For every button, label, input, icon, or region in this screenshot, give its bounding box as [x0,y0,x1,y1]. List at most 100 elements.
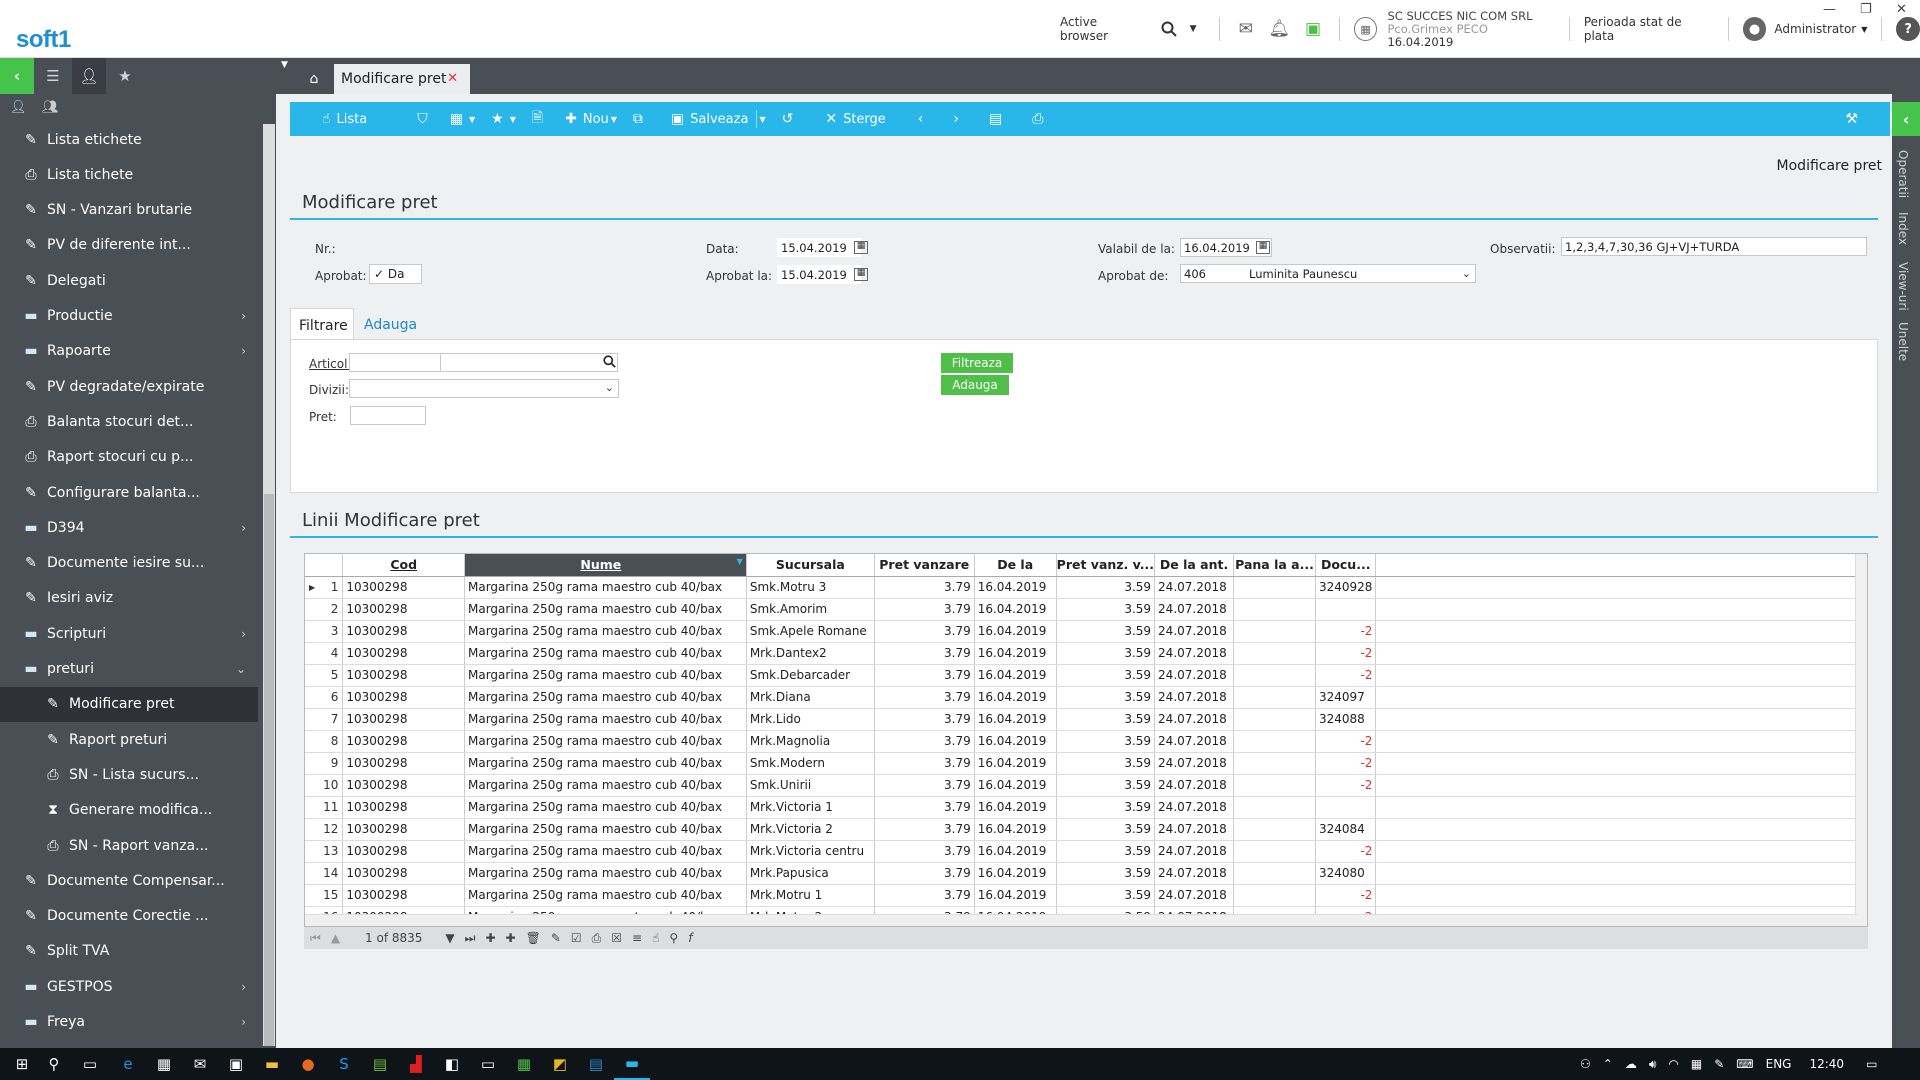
table-cell[interactable]: 3.79 [874,708,975,731]
table-cell[interactable]: 10300298 [342,730,465,753]
previous-button[interactable]: ‹ [918,111,930,127]
network-icon[interactable]: ▦ [1691,1057,1702,1071]
skype-icon[interactable]: S [326,1048,362,1080]
table-cell[interactable]: 24.07.2018 [1154,818,1235,841]
table-cell[interactable]: 16.04.2019 [974,620,1057,643]
store-icon[interactable]: ▦ [146,1048,182,1080]
expand-panel-button[interactable]: ‹ [1892,102,1920,136]
sidebar-scroll-thumb[interactable] [264,494,274,1046]
app3-icon[interactable]: ◩ [542,1048,578,1080]
calendar-icon[interactable]: ▦ [854,241,868,254]
articol-label[interactable]: Articol: [309,357,352,371]
table-cell[interactable]: Smk.Unirii [746,774,875,797]
table-cell[interactable]: 3.79 [874,576,975,599]
table-cell[interactable]: Margarina 250g rama maestro cub 40/bax [464,862,747,885]
table-cell[interactable]: Margarina 250g rama maestro cub 40/bax [464,884,747,907]
divizii-select[interactable]: ⌄ [349,379,619,398]
add-row-icon[interactable]: ✚ [485,931,495,945]
copy-doc-button[interactable]: 🗎︎ [532,107,549,131]
excel-icon[interactable]: ▦ [506,1048,542,1080]
row-number[interactable]: ▶ 1 [305,576,344,599]
people-icon[interactable]: ⚇ [1580,1057,1591,1071]
table-cell[interactable] [1315,598,1377,621]
table-cell[interactable]: 16.04.2019 [974,752,1057,775]
table-cell[interactable]: Margarina 250g rama maestro cub 40/bax [464,620,747,643]
row-number[interactable]: 14 [305,862,344,885]
column-header[interactable]: Pret vanz. v... [1056,554,1156,577]
table-cell[interactable]: 3.59 [1056,752,1156,775]
sidebar-item[interactable]: ▬ Freya › [0,1005,258,1040]
unelte-tab[interactable]: Unelte [1896,322,1910,361]
table-cell[interactable]: 3.79 [874,796,975,819]
column-header[interactable]: Nume ▼ [464,554,747,577]
sidebar-item[interactable]: ✎ PV de diferente int... [0,228,258,263]
insert-row-icon[interactable]: ✚ [506,931,516,945]
tray-up-arrow-icon[interactable]: ⌃ [1603,1057,1613,1071]
sidebar-item[interactable]: ✎ Iesiri aviz [0,581,258,616]
table-cell[interactable]: 3.59 [1056,774,1156,797]
next-button[interactable]: › [953,111,965,127]
table-cell[interactable]: 24.07.2018 [1154,840,1235,863]
wifi-icon[interactable]: ◠ [1668,1057,1678,1071]
notifications-icon[interactable]: ▭ [1866,1057,1877,1071]
table-cell[interactable]: 3.59 [1056,620,1156,643]
calendar-icon[interactable]: ▦ [1256,241,1270,254]
table-cell[interactable]: 3.59 [1056,708,1156,731]
columns-button[interactable]: ▦ ▼ [450,111,475,127]
table-cell[interactable]: 24.07.2018 [1154,664,1235,687]
table-cell[interactable]: Margarina 250g rama maestro cub 40/bax [464,708,747,731]
table-cell[interactable]: 10300298 [342,708,465,731]
user-tab-icon[interactable]: 👤︎ [72,58,106,94]
table-cell[interactable]: 10300298 [342,774,465,797]
table-cell[interactable]: 16.04.2019 [974,730,1057,753]
table-cell[interactable]: -2 [1315,774,1377,797]
active-browser-label[interactable]: Active browser [1060,15,1148,43]
table-cell[interactable]: -2 [1315,642,1377,665]
table-cell[interactable]: Margarina 250g rama maestro cub 40/bax [464,840,747,863]
table-row[interactable]: 11 10300298 Margarina 250g rama maestro cu… [305,796,1867,819]
sidebar-item[interactable]: ✎ Raport preturi [0,722,258,757]
user-icon[interactable]: 👤︎ [10,100,27,115]
table-cell[interactable]: Margarina 250g rama maestro cub 40/bax [464,686,747,709]
user-menu[interactable]: Administrator [1774,22,1856,36]
table-cell[interactable]: Smk.Modern [746,752,875,775]
app2-icon[interactable]: ◧ [434,1048,470,1080]
table-cell[interactable]: 16.04.2019 [974,862,1057,885]
print-grid-icon[interactable]: ⎙ [592,931,602,946]
table-cell[interactable]: 10300298 [342,620,465,643]
users-icon[interactable]: 👥︎ [42,100,59,115]
sidebar-item[interactable]: ⎙ Balanta stocuri det... [0,404,258,439]
table-cell[interactable]: 324084 [1315,818,1377,841]
search-icon[interactable] [603,355,616,372]
column-header[interactable]: De la [974,554,1057,577]
restore-icon[interactable]: ❐ [1860,2,1872,17]
table-cell[interactable]: 10300298 [342,884,465,907]
table-row[interactable]: 8 10300298 Margarina 250g rama maestro cub… [305,730,1867,753]
sidebar-item[interactable]: ▬ D394 › [0,510,258,545]
table-cell[interactable]: 3.79 [874,598,975,621]
table-cell[interactable]: 3.59 [1056,642,1156,665]
table-cell[interactable] [1233,840,1316,863]
tabs-dropdown-icon[interactable]: ▼ [281,60,288,70]
filter-button[interactable]: ⛉ [417,111,434,127]
table-cell[interactable] [1233,686,1316,709]
table-cell[interactable]: Smk.Motru 3 [746,576,875,599]
table-cell[interactable]: 3.79 [874,774,975,797]
sidebar-item[interactable]: ✎ PV degradate/expirate [0,369,258,404]
mail-icon[interactable]: ✉ [1234,17,1258,41]
pointer-icon[interactable]: ☝ [652,931,659,945]
table-cell[interactable]: Mrk.Victoria 2 [746,818,875,841]
grid-horizontal-scrollbar[interactable] [305,914,1857,926]
save-button[interactable]: ▣ Salveaza [671,111,749,127]
lista-button[interactable]: ☝ Lista [322,111,367,127]
sidebar-item[interactable]: ▬ Productie › [0,299,258,334]
sidebar-item[interactable]: ⎙ Lista tichete [0,157,258,192]
table-row[interactable]: 14 10300298 Margarina 250g rama maestro cu… [305,862,1867,885]
task-view-icon[interactable]: ▭ [72,1048,108,1080]
table-cell[interactable]: 3.79 [874,884,975,907]
table-cell[interactable]: 16.04.2019 [974,774,1057,797]
table-cell[interactable]: 24.07.2018 [1154,752,1235,775]
calendar-icon[interactable]: ▦ [854,268,868,281]
sidebar-item[interactable]: ✎ Configurare balanta... [0,475,258,510]
column-header[interactable]: Cod [342,554,465,577]
